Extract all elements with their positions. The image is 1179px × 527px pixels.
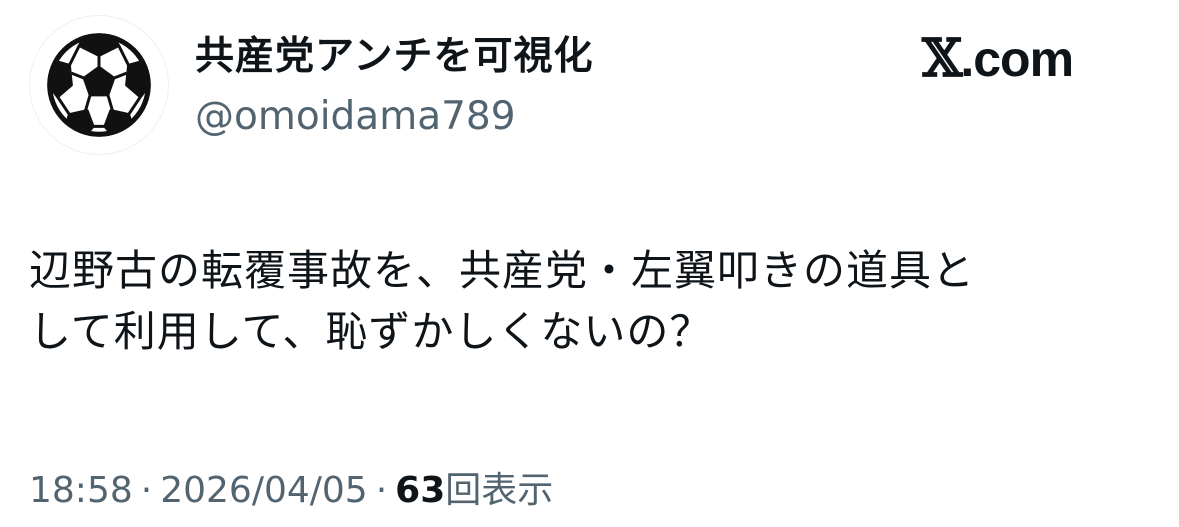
tweet-card: 共産党アンチを可視化 @omoidama789 𝕏 .com 辺野古の転覆事故を… xyxy=(0,0,1179,527)
x-logo-icon: 𝕏 xyxy=(922,28,962,89)
tweet-time[interactable]: 18:58 xyxy=(29,470,133,511)
tweet-text-line: して利用して、恥ずかしくないの？ xyxy=(29,307,713,356)
tweet-text: 辺野古の転覆事故を、共産党・左翼叩きの道具と して利用して、恥ずかしくないの？ xyxy=(29,240,1149,362)
user-handle[interactable]: @omoidama789 xyxy=(195,92,516,142)
x-com-brand: 𝕏 .com xyxy=(922,28,1074,89)
meta-separator: · xyxy=(375,470,388,511)
meta-separator: · xyxy=(140,470,153,511)
avatar[interactable] xyxy=(29,15,169,155)
views-label: 回表示 xyxy=(445,470,554,511)
soccer-ball-icon xyxy=(47,33,151,137)
brand-domain-text: .com xyxy=(960,31,1074,87)
tweet-meta: 18:58 · 2026/04/05 · 63回表示 xyxy=(29,466,553,516)
views-count[interactable]: 63 xyxy=(395,470,445,511)
display-name[interactable]: 共産党アンチを可視化 xyxy=(195,32,593,82)
tweet-date[interactable]: 2026/04/05 xyxy=(160,470,368,511)
tweet-text-line: 辺野古の転覆事故を、共産党・左翼叩きの道具と xyxy=(29,246,976,295)
